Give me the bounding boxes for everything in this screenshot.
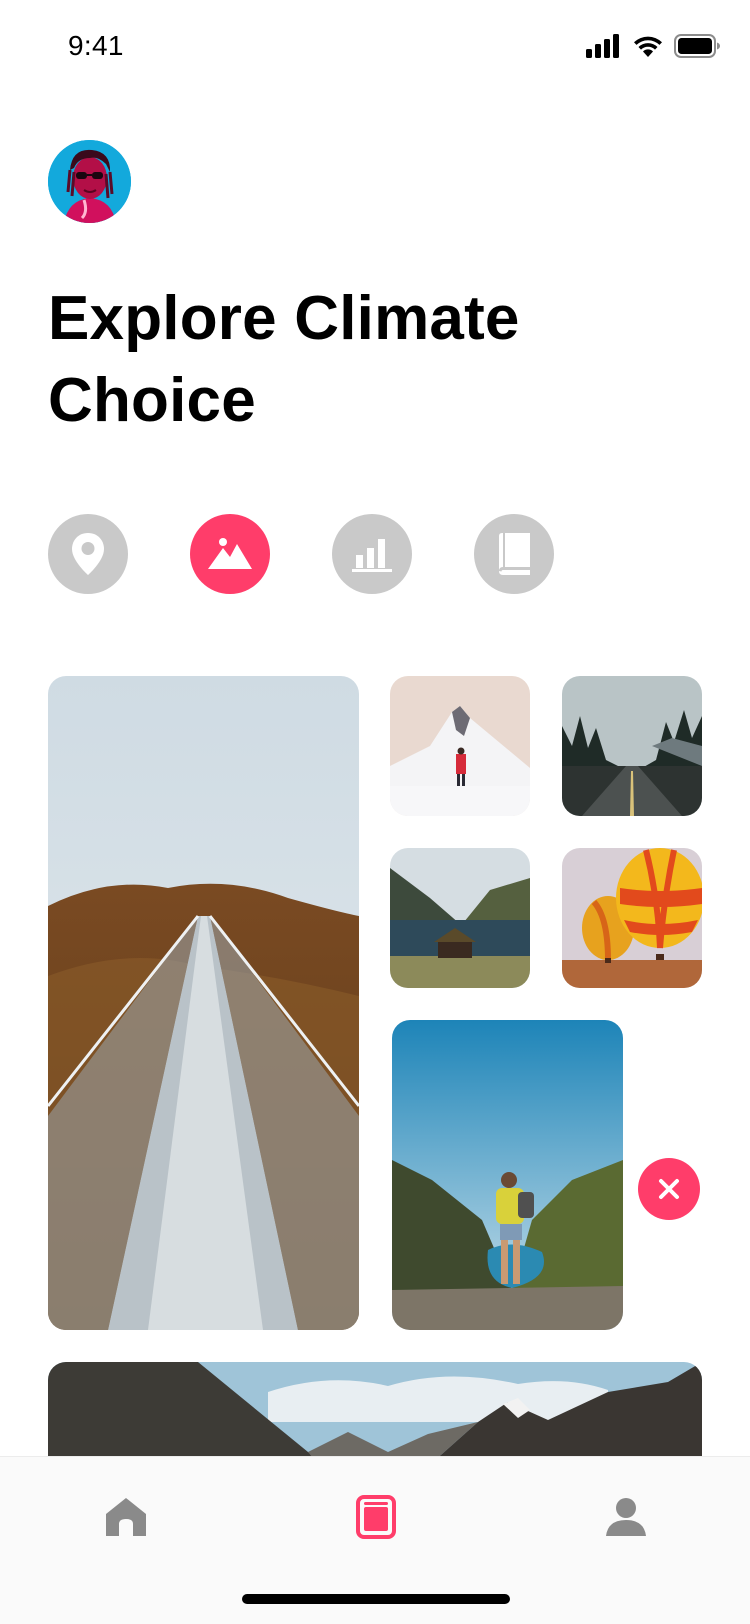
gallery-icon — [356, 1495, 396, 1539]
home-icon — [106, 1498, 146, 1536]
tab-bar — [0, 1456, 750, 1624]
landscape-icon — [208, 538, 252, 569]
category-location-button[interactable] — [48, 514, 128, 594]
wifi-icon — [634, 36, 662, 57]
category-guide-button[interactable] — [474, 514, 554, 594]
status-icons — [586, 32, 720, 60]
location-pin-icon — [72, 533, 104, 575]
category-stats-button[interactable] — [332, 514, 412, 594]
book-icon — [499, 533, 530, 575]
status-bar: 9:41 — [0, 0, 750, 88]
cellular-signal-icon — [586, 34, 619, 58]
home-indicator — [242, 1594, 510, 1604]
tab-home[interactable] — [96, 1487, 156, 1547]
remove-photo-button[interactable] — [638, 1158, 700, 1220]
bar-chart-icon — [352, 539, 392, 572]
avatar[interactable] — [48, 140, 131, 223]
category-landscape-button[interactable] — [190, 514, 270, 594]
battery-icon — [674, 34, 720, 58]
status-time: 9:41 — [68, 30, 124, 61]
photo-hot-air-balloons[interactable] — [562, 848, 702, 988]
page-title: Explore Climate Choice — [48, 284, 520, 435]
photo-hiker-fjord-view[interactable] — [392, 1020, 623, 1330]
close-icon — [659, 1179, 679, 1199]
photo-forest-road[interactable] — [562, 676, 702, 816]
tab-gallery[interactable] — [346, 1487, 406, 1547]
profile-icon — [606, 1498, 646, 1536]
photo-suspension-bridge[interactable] — [48, 676, 359, 1330]
photo-lake-cabin[interactable] — [390, 848, 530, 988]
photo-snowy-mountain-hiker[interactable] — [390, 676, 530, 816]
user-avatar — [48, 140, 131, 223]
tab-profile[interactable] — [596, 1487, 656, 1547]
